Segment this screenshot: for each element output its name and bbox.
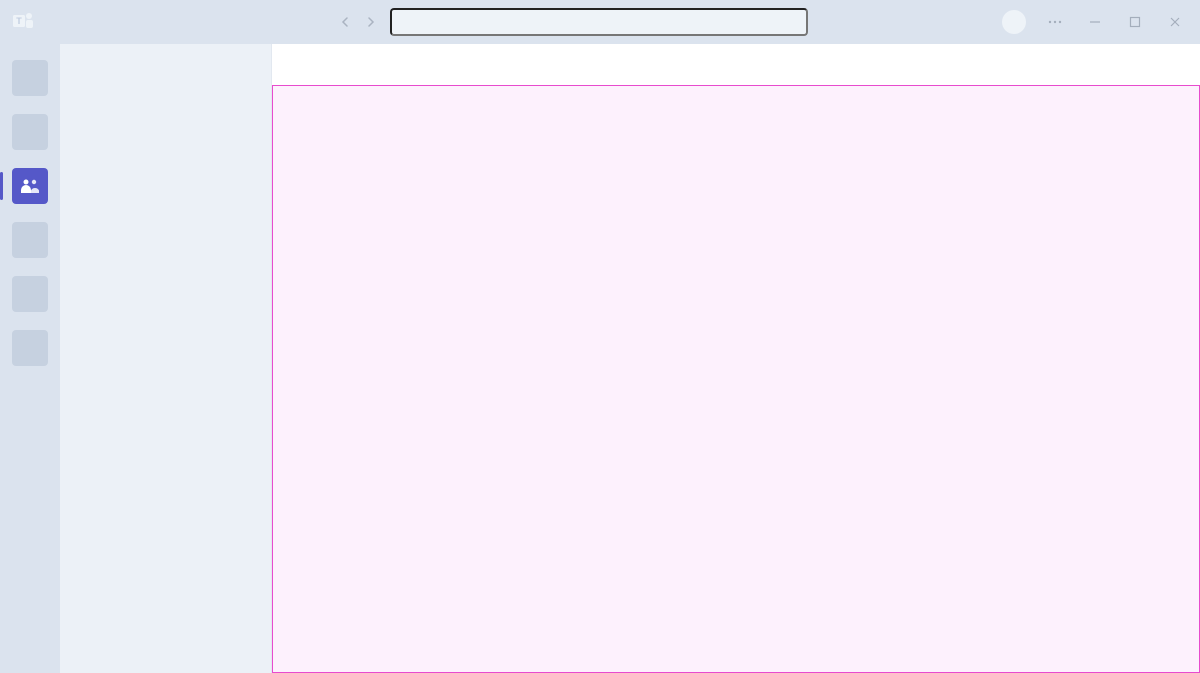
- nav-forward-button[interactable]: [362, 13, 380, 31]
- rail-files[interactable]: [12, 330, 48, 366]
- rail-chat[interactable]: [12, 114, 48, 150]
- avatar[interactable]: [1002, 10, 1026, 34]
- minimize-button[interactable]: [1078, 8, 1112, 36]
- close-button[interactable]: [1158, 8, 1192, 36]
- rail-teams[interactable]: [12, 168, 48, 204]
- teams-icon: [20, 178, 40, 194]
- rail-calendar[interactable]: [12, 222, 48, 258]
- maximize-button[interactable]: [1118, 8, 1152, 36]
- highlight-region: [272, 85, 1200, 673]
- content-area: [272, 44, 1200, 673]
- secondary-panel: [60, 44, 272, 673]
- rail-calls[interactable]: [12, 276, 48, 312]
- more-button[interactable]: [1038, 8, 1072, 36]
- titlebar: T: [0, 0, 1200, 44]
- search-input[interactable]: [390, 8, 808, 36]
- app-rail: [0, 44, 60, 673]
- rail-activity[interactable]: [12, 60, 48, 96]
- svg-text:T: T: [16, 16, 22, 26]
- teams-logo-icon: T: [10, 10, 38, 34]
- nav-back-button[interactable]: [336, 13, 354, 31]
